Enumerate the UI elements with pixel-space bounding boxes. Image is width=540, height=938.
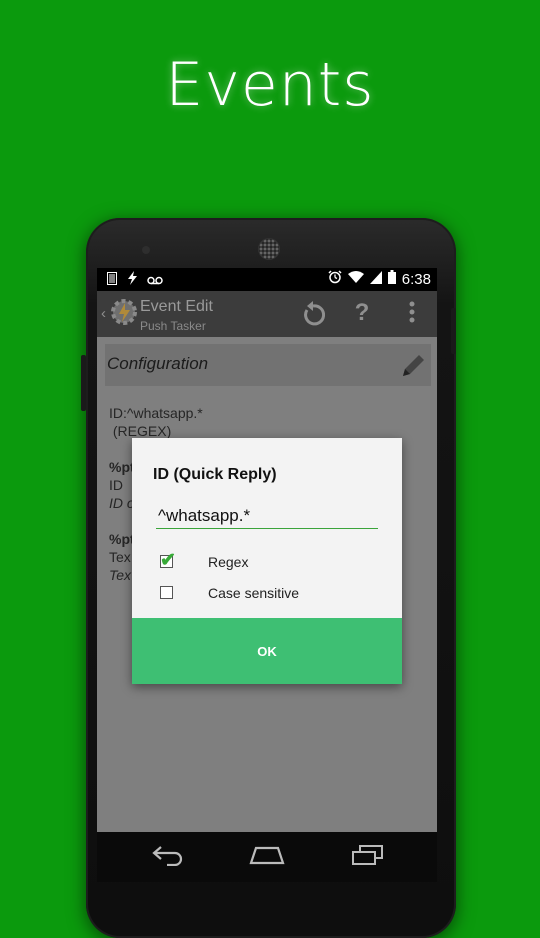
sim-icon (107, 271, 117, 289)
overflow-menu-icon[interactable] (397, 301, 427, 330)
param1-title: %pt (109, 459, 135, 475)
param1-desc: ID o (109, 495, 135, 511)
regex-label: Regex (208, 554, 249, 570)
front-camera (142, 246, 150, 254)
regex-checkbox[interactable]: ✔ (160, 550, 176, 571)
id-dialog: ID (Quick Reply) ✔ Regex Case sensitive … (132, 438, 402, 684)
back-icon[interactable] (151, 844, 185, 871)
voicemail-icon (147, 272, 163, 289)
case-sensitive-option[interactable]: Case sensitive (160, 585, 299, 601)
back-chevron-icon[interactable]: ‹ (101, 305, 106, 322)
clock-time: 6:38 (401, 270, 431, 288)
param2-desc: Tex (109, 567, 132, 583)
undo-icon[interactable] (298, 301, 328, 334)
case-sensitive-label: Case sensitive (208, 585, 300, 601)
id-input[interactable] (156, 505, 378, 529)
config-line-id: ID:^whatsapp.* (109, 405, 203, 421)
configuration-header: Configuration (105, 344, 431, 386)
pencil-icon[interactable] (399, 350, 427, 385)
param2-title: %pt (109, 531, 135, 547)
volume-button (81, 355, 86, 411)
param2-label: Tex (109, 549, 131, 565)
power-button (451, 308, 456, 354)
lightning-icon (126, 271, 138, 289)
battery-icon (387, 270, 396, 288)
headline: Events (165, 50, 375, 120)
status-bar: 6:38 (97, 268, 437, 291)
ok-button[interactable]: OK (132, 618, 402, 684)
regex-option[interactable]: ✔ Regex (160, 550, 248, 571)
tasker-logo-icon[interactable] (109, 297, 139, 332)
recents-icon[interactable] (350, 844, 384, 871)
alarm-icon (328, 270, 342, 288)
action-bar: ‹ Event Edit Push Tasker ? (97, 291, 437, 337)
earpiece-speaker (258, 238, 280, 260)
section-title: Configuration (107, 354, 209, 373)
wifi-icon (347, 270, 364, 288)
home-icon[interactable] (249, 844, 285, 871)
check-mark-icon: ✔ (160, 550, 176, 571)
help-icon[interactable]: ? (347, 299, 377, 327)
action-bar-title: Event Edit (140, 298, 213, 315)
dialog-title: ID (Quick Reply) (153, 466, 277, 483)
signal-icon (369, 270, 382, 288)
param1-label: ID (109, 477, 123, 493)
action-bar-subtitle: Push Tasker (140, 319, 206, 333)
navigation-bar (97, 832, 437, 882)
case-sensitive-checkbox[interactable] (160, 586, 173, 599)
